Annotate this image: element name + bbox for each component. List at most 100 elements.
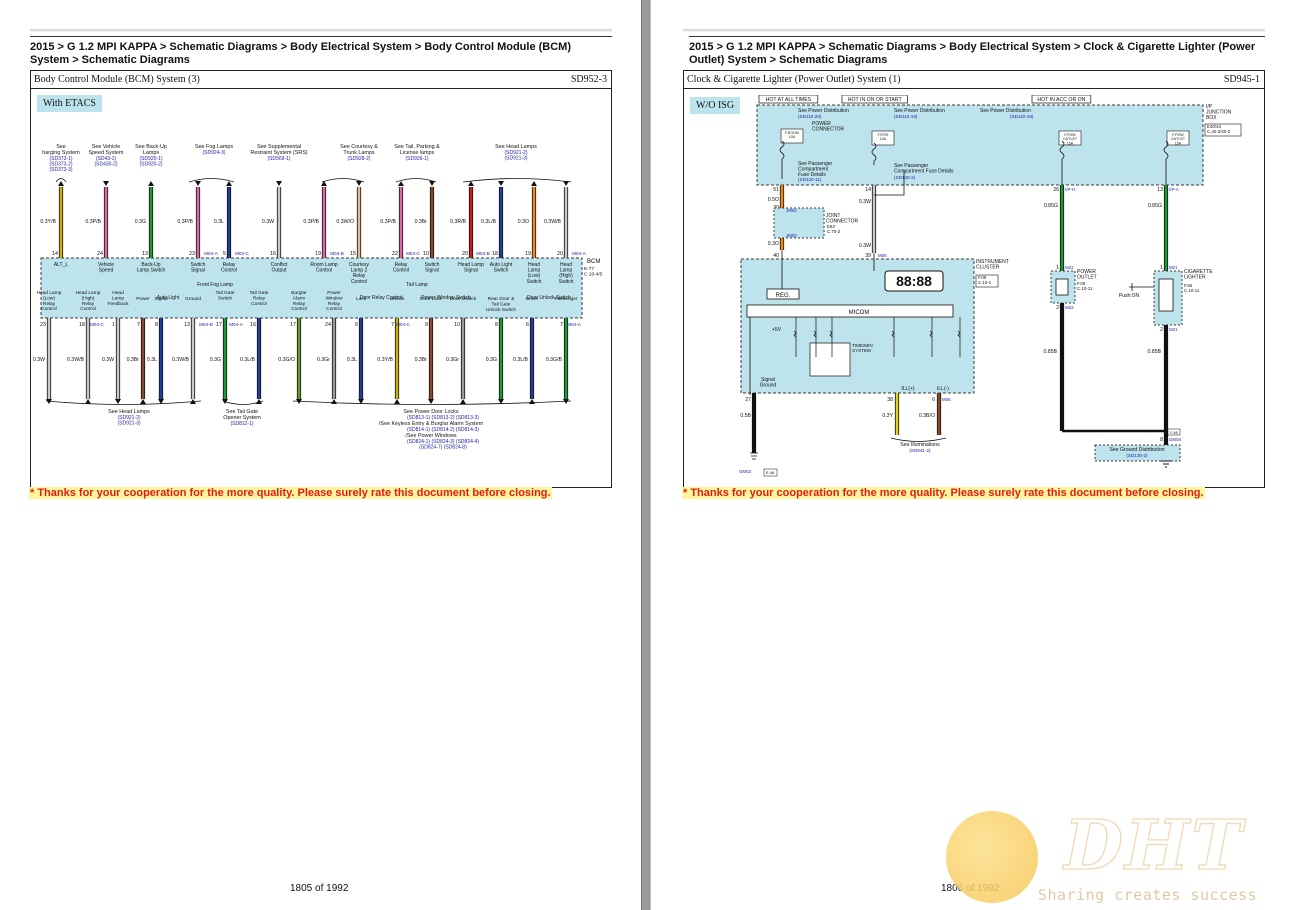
joint-connector-label: JOINT CONNECTOR <box>826 213 859 225</box>
bottom-ref-code: (SD824-1) (SD824-3) (SD824-4) (SD824-7) (… <box>407 439 479 451</box>
bottom-wire-pin: 24 <box>325 322 331 328</box>
bcm-top-label: Conflict Output <box>271 262 288 274</box>
bottom-wire-gauge: 0.3L/B <box>240 357 256 363</box>
bottom-wire-arrow <box>394 399 400 404</box>
bcm-top-label: Head Lamp (Low) Switch <box>527 262 542 285</box>
volt-label: +5V <box>772 327 782 333</box>
bcm-ref: E-77 C.10-4/5 <box>584 266 603 277</box>
top-wire-arrow <box>276 181 282 186</box>
top-ref-code: (SD43-1) (SD430-2) <box>94 156 117 168</box>
bottom-wire-gauge: 0.3Br <box>415 357 428 363</box>
top-wire-arrow <box>321 181 327 186</box>
ground-code: E.48 <box>766 470 775 475</box>
connector-code: M21 <box>1169 327 1178 332</box>
wire-pin: 40 <box>773 253 779 259</box>
hot-label: HOT IN ON OR START <box>848 97 903 103</box>
top-wire-pin: 23 <box>189 251 195 257</box>
bottom-wire-gauge: 0.3Y/B <box>377 357 393 363</box>
connector-code: GM04 <box>1169 437 1182 442</box>
top-wire-gauge: 0.3O <box>518 219 529 225</box>
bcm-top-label: ALT_L <box>54 262 69 268</box>
top-ref-title: See harging System <box>42 144 80 156</box>
power-outlet-ref: F.06 C.10-11 <box>1077 281 1093 291</box>
cigarette-lighter-ref: F.56 C.10-11 <box>1184 283 1200 293</box>
wire-pin: 27 <box>745 397 751 403</box>
bottom-wire-gauge: 0.3W/B <box>172 357 190 363</box>
right-document-page: 2015 > G 1.2 MPI KAPPA > Schematic Diagr… <box>651 0 1293 910</box>
breadcrumb-shade <box>30 29 612 32</box>
breadcrumb: 2015 > G 1.2 MPI KAPPA > Schematic Diagr… <box>30 36 612 67</box>
top-wire-gauge: 0.3P/B <box>303 219 319 225</box>
cigarette-lighter-label: CIGARETTE LIGHTER <box>1184 269 1213 281</box>
ground-icon <box>1161 460 1171 468</box>
top-wire-gauge: 0.3L <box>214 219 224 225</box>
connector-code: GM03 <box>739 469 752 474</box>
bottom-ref-code: (SD921-2) (SD921-3) <box>117 415 140 427</box>
top-wire-arrow <box>58 181 64 186</box>
bottom-wire-pin: 1 <box>112 322 115 328</box>
bottom-wire-pin: 8 <box>155 322 158 328</box>
bottom-wire-gauge: 0.3Gr <box>317 357 330 363</box>
breadcrumb-shade <box>683 29 1265 32</box>
wire-gauge: 0.3O <box>768 241 779 247</box>
bottom-wire-gauge: 0.3L <box>347 357 357 363</box>
bcm-group-bottom: Door Unlock Switch <box>527 295 571 301</box>
wire-gauge: 0.5O <box>768 197 779 203</box>
bcm-top-label: Vehicle Speed <box>98 262 114 274</box>
bottom-connector-code: M04-C <box>90 322 104 327</box>
bottom-wire-gauge: 0.3L/B <box>513 357 529 363</box>
instrument-cluster-label: INSTRUMENT CLUSTER <box>976 259 1009 271</box>
ill-minus-label: ILL(-) <box>937 386 949 392</box>
title-rule <box>31 88 611 89</box>
bottom-ref-code: (SD812-1) <box>230 421 253 427</box>
top-ref-code: (SD921-2) (SD921-3) <box>504 150 527 162</box>
top-connector-code: M04-C <box>406 251 420 256</box>
ground-ref-code: (SD130-2) <box>1126 453 1148 458</box>
ref-bracket <box>462 178 572 183</box>
bottom-wire-pin: 6 <box>526 322 529 328</box>
ref-bracket <box>890 437 947 442</box>
bottom-wire-arrow <box>140 399 146 404</box>
top-wire-gauge: 0.3W/O <box>336 219 354 225</box>
rating-notice: * Thanks for your cooperation for the mo… <box>29 487 552 499</box>
jm-label: JM02 <box>786 233 797 238</box>
hot-label: HOT AT ALL TIMES <box>766 97 812 103</box>
power-dist-code: (SD110-20) <box>798 114 822 119</box>
sheet-code: SD952-3 <box>570 74 607 85</box>
top-wire-arrow <box>398 181 404 186</box>
connector-code: M06 <box>878 253 887 258</box>
top-ref-code: (SD924-3) <box>202 150 225 156</box>
push-on-label: Push:ON <box>1119 293 1140 299</box>
hot-label: HOT IN ACC OR ON <box>1037 97 1085 103</box>
bottom-wire-arrow <box>529 399 535 404</box>
top-wire-arrow <box>226 181 232 186</box>
top-connector-code: M04-C <box>235 251 249 256</box>
bottom-wire-gauge: 0.3Br <box>127 357 140 363</box>
bottom-connector-code: M04-A <box>567 322 581 327</box>
schematic-frame: Clock & Cigarette Lighter (Power Outlet)… <box>683 70 1265 488</box>
bottom-wire-gauge: 0.3Gr <box>446 357 459 363</box>
watermark-logo-text: DHT <box>1063 805 1244 886</box>
top-wire-pin: 13 <box>142 251 148 257</box>
top-wire-pin: 16 <box>270 251 276 257</box>
bottom-wire-pin: 8 <box>495 322 498 328</box>
bottom-wire-arrow <box>85 399 91 404</box>
wire-gauge: 0.85B <box>1147 349 1161 355</box>
passenger-ref-code: (SD120-11) <box>798 177 822 182</box>
bcm-label: BCM <box>587 259 600 265</box>
connector-code: M21 <box>1169 265 1178 270</box>
wire-pin: 1 <box>1160 265 1163 271</box>
top-connector-code: M04-B <box>330 251 344 256</box>
sheet-title: Body Control Module (BCM) System (3) <box>34 74 200 85</box>
passenger-ref-code: (SD120-2) <box>894 175 916 180</box>
connector-code: I/P-H <box>1065 187 1075 192</box>
left-document-page: 2015 > G 1.2 MPI KAPPA > Schematic Diagr… <box>0 0 641 910</box>
wire-gauge: 0.85G <box>1148 203 1162 209</box>
bottom-wire-arrow <box>115 399 121 404</box>
micom-label: MICOM <box>849 310 870 316</box>
top-wire-pin: 20 <box>557 251 563 257</box>
bcm-top-label: Switch Signal <box>191 262 206 274</box>
illum-ref-code: (SD941-2) <box>909 448 931 453</box>
top-wire-gauge: 0.3R/B <box>450 219 466 225</box>
top-wire-arrow <box>563 181 569 186</box>
